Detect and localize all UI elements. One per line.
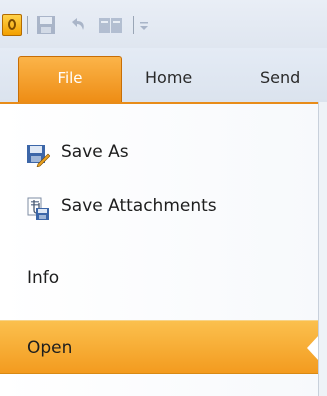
toolbar-separator bbox=[133, 16, 134, 34]
quick-access-toolbar bbox=[0, 0, 327, 48]
address-book-icon[interactable] bbox=[98, 14, 124, 36]
ribbon-tab-row: File Home Send bbox=[0, 48, 327, 102]
menu-item-open[interactable]: Open bbox=[0, 320, 319, 374]
menu-item-label: Save As bbox=[61, 142, 129, 162]
save-as-icon bbox=[26, 140, 51, 168]
menu-item-label: Info bbox=[27, 268, 60, 288]
tab-file[interactable]: File bbox=[18, 56, 122, 102]
backstage-content-edge bbox=[318, 102, 327, 396]
menu-item-save-as[interactable]: Save As bbox=[0, 130, 318, 174]
menu-item-label: Open bbox=[27, 338, 73, 358]
menu-item-info[interactable]: Info bbox=[0, 256, 318, 300]
save-icon[interactable] bbox=[36, 14, 56, 36]
toolbar-separator bbox=[27, 16, 28, 34]
undo-icon[interactable] bbox=[68, 14, 88, 36]
menu-item-save-attachments[interactable]: Save Attachments bbox=[0, 184, 318, 228]
customize-toolbar-icon[interactable] bbox=[139, 14, 149, 36]
outlook-logo-icon[interactable] bbox=[2, 14, 22, 36]
menu-item-label: Save Attachments bbox=[61, 196, 217, 216]
backstage-menu: Save As Save Attachments Info Open bbox=[0, 102, 319, 396]
tab-home[interactable]: Home bbox=[145, 58, 192, 98]
tab-send[interactable]: Send bbox=[260, 58, 300, 98]
save-attachments-icon bbox=[26, 194, 50, 220]
